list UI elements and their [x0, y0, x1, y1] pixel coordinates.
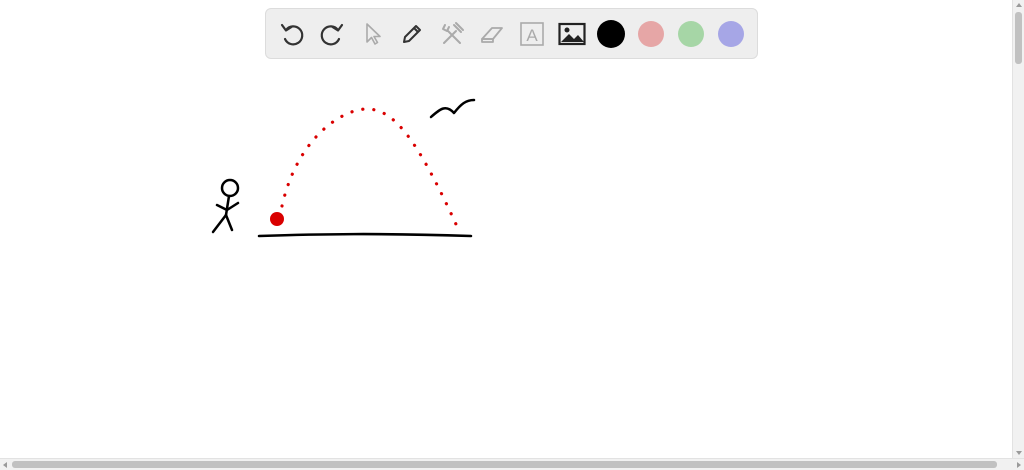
color-swatch-blue[interactable] [718, 21, 744, 47]
scroll-down-arrow-icon[interactable] [1016, 451, 1022, 455]
color-swatch-green[interactable] [678, 21, 704, 47]
scroll-up-arrow-icon[interactable] [1016, 3, 1022, 7]
redo-button[interactable] [317, 19, 347, 49]
pen-icon [403, 25, 421, 43]
stick-figure [211, 178, 240, 234]
vertical-scrollbar[interactable] [1012, 0, 1024, 458]
drawing-canvas[interactable] [0, 0, 1012, 458]
tools-button[interactable] [437, 19, 467, 49]
undo-icon [280, 23, 304, 46]
drawing-toolbar: A [265, 8, 758, 59]
eraser-tool-button[interactable] [477, 19, 507, 49]
scroll-left-arrow-icon[interactable] [3, 462, 7, 468]
eraser-icon [481, 27, 503, 43]
image-tool-button[interactable] [557, 19, 587, 49]
bird [429, 98, 476, 119]
text-tool-icon: A [520, 22, 544, 46]
tools-icon [442, 22, 464, 44]
ball [270, 212, 284, 226]
image-icon [558, 22, 586, 46]
undo-button[interactable] [277, 19, 307, 49]
text-tool-button[interactable]: A [517, 19, 547, 49]
ground-line [257, 232, 473, 238]
redo-icon [320, 23, 344, 46]
trajectory-path [280, 107, 462, 235]
horizontal-scroll-thumb[interactable] [12, 461, 997, 468]
vertical-scroll-thumb[interactable] [1015, 12, 1022, 64]
drawing-layer [211, 98, 476, 238]
color-swatch-black[interactable] [598, 21, 624, 47]
color-swatch-red[interactable] [638, 21, 664, 47]
select-tool-button[interactable] [357, 19, 387, 49]
horizontal-scrollbar[interactable] [0, 458, 1024, 470]
select-pointer-icon [366, 23, 381, 45]
text-tool-glyph: A [526, 26, 538, 45]
pen-tool-button[interactable] [397, 19, 427, 49]
scroll-right-arrow-icon[interactable] [1017, 462, 1021, 468]
